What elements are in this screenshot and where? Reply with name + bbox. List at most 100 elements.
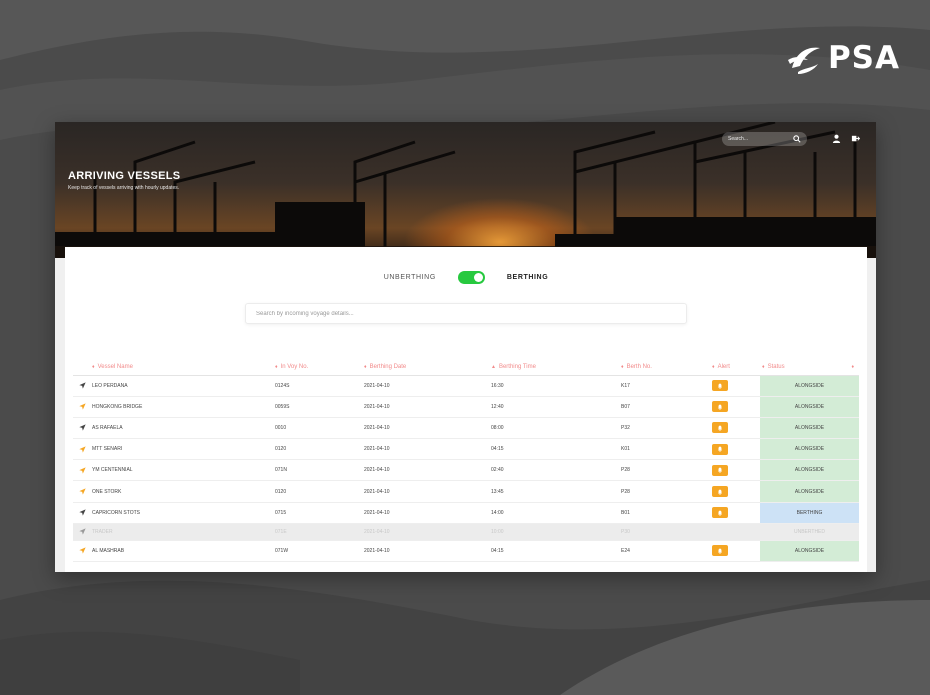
col-berth-no[interactable]: ♦ Berth No. (619, 359, 710, 376)
berth-no-cell: K01 (619, 438, 710, 461)
bell-icon (717, 548, 723, 554)
psa-logo: PSA (784, 38, 900, 78)
in-voy-no-cell: 071E (273, 523, 362, 541)
in-voy-no-cell: 0059S (273, 396, 362, 418)
alert-bell-button[interactable] (712, 507, 728, 519)
voyage-search[interactable] (245, 303, 687, 324)
user-icon[interactable] (832, 134, 841, 143)
berthing-date-cell: 2021-04-10 (362, 438, 489, 461)
page-subtitle: Keep track of vessels arriving with hour… (68, 185, 180, 191)
vessel-type-cell (73, 540, 90, 563)
toggle-knob (473, 273, 483, 282)
alert-cell (710, 502, 760, 524)
logout-icon[interactable] (851, 134, 860, 143)
alert-bell-button[interactable] (712, 545, 728, 557)
table-row[interactable]: TRADER 071E 2021-04-10 10:00 P30 UNBERTHED (73, 523, 859, 541)
status-badge: ALONGSIDE (760, 540, 859, 563)
navigation-arrow-icon (79, 547, 86, 555)
col-vessel-name[interactable]: ♦ Vessel Name (90, 359, 273, 376)
berthing-time-cell: 04:15 (489, 540, 619, 563)
vessel-name-cell: TRADER (90, 523, 273, 541)
col-status[interactable]: ♦ Status ♦ (760, 359, 859, 376)
berthing-date-cell: 2021-04-10 (362, 480, 489, 503)
hero-banner: ARRIVING VESSELS Keep track of vessels a… (55, 122, 876, 258)
alert-cell (710, 523, 760, 541)
berth-no-cell: E24 (619, 540, 710, 563)
alert-cell (710, 480, 760, 503)
vessel-name-cell: CAPRICORN STOTS (90, 502, 273, 524)
berthing-toggle-row: UNBERTHING BERTHING (65, 271, 867, 284)
vessel-name-cell: LEO PERDANA (90, 375, 273, 397)
berthing-toggle-switch[interactable] (457, 271, 485, 284)
table-row[interactable]: HONGKONG BRIDGE 0059S 2021-04-10 12:40 B07 AL… (73, 396, 859, 418)
status-badge: UNBERTHED (760, 523, 859, 541)
header-search-input[interactable] (728, 136, 788, 142)
search-icon[interactable] (793, 135, 801, 143)
voyage-search-input[interactable] (256, 310, 676, 317)
table-row[interactable]: CAPRICORN STOTS 0715 2021-04-10 14:00 B01 BER… (73, 502, 859, 524)
table-row[interactable]: AS RAFAELA 0010 2021-04-10 08:00 P32 ALONGSID… (73, 417, 859, 440)
bell-icon (717, 489, 723, 495)
table-row[interactable]: LEO PERDANA 0124S 2021-04-10 16:30 K17 ALONGS… (73, 375, 859, 397)
table-row[interactable]: ONE STORK 0120 2021-04-10 13:45 P28 ALONGSIDE (73, 480, 859, 503)
status-badge: ALONGSIDE (760, 417, 859, 440)
in-voy-no-cell: 0120 (273, 438, 362, 461)
col-berthing-time[interactable]: ▲ Berthing Time (489, 359, 619, 376)
berthing-time-cell: 04:15 (489, 438, 619, 461)
berth-no-cell: K17 (619, 375, 710, 397)
alert-bell-button[interactable] (712, 486, 728, 498)
berthing-date-cell: 2021-04-10 (362, 417, 489, 440)
in-voy-no-cell: 0120 (273, 480, 362, 503)
in-voy-no-cell: 071W (273, 540, 362, 563)
alert-bell-button[interactable] (712, 380, 728, 392)
berthing-date-cell: 2021-04-10 (362, 523, 489, 541)
navigation-arrow-icon (79, 488, 86, 495)
navigation-arrow-icon (79, 403, 86, 410)
col-alert[interactable]: ♦ Alert (710, 359, 760, 376)
table-row[interactable]: YM CENTENNIAL 071N 2021-04-10 02:40 P28 ALONG… (73, 459, 859, 482)
berthing-time-cell: 16:30 (489, 375, 619, 397)
alert-bell-button[interactable] (712, 422, 728, 434)
alert-bell-button[interactable] (712, 443, 728, 455)
vessel-name-cell: AL MASHRAB (90, 540, 273, 563)
berthing-time-cell: 08:00 (489, 417, 619, 440)
table-row[interactable]: AL MASHRAB 071W 2021-04-10 04:15 E24 ALONGSID… (73, 540, 859, 563)
header-search[interactable] (722, 132, 807, 146)
vessel-name-cell: HONGKONG BRIDGE (90, 396, 273, 418)
berthing-time-cell: 10:00 (489, 523, 619, 541)
alert-bell-button[interactable] (712, 464, 728, 476)
berthing-date-cell: 2021-04-10 (362, 502, 489, 524)
psa-emblem-icon (787, 47, 820, 74)
col-in-voy-no[interactable]: ♦ In Voy No. (273, 359, 362, 376)
berth-no-cell: P28 (619, 480, 710, 503)
alert-cell (710, 459, 760, 482)
berthing-time-cell: 14:00 (489, 502, 619, 524)
bell-icon (717, 404, 723, 410)
vessel-name-cell: AS RAFAELA (90, 417, 273, 440)
in-voy-no-cell: 0124S (273, 375, 362, 397)
in-voy-no-cell: 0715 (273, 502, 362, 524)
unberthing-label[interactable]: UNBERTHING (384, 274, 436, 281)
berthing-label[interactable]: BERTHING (507, 274, 548, 281)
berth-no-cell: P28 (619, 459, 710, 482)
berthing-date-cell: 2021-04-10 (362, 459, 489, 482)
navigation-arrow-icon (79, 467, 86, 474)
berthing-time-cell: 13:45 (489, 480, 619, 503)
alert-cell (710, 438, 760, 461)
vessel-name-cell: ONE STORK (90, 480, 273, 503)
col-berthing-date[interactable]: ♦ Berthing Date (362, 359, 489, 376)
berth-no-cell: B01 (619, 502, 710, 524)
status-badge: ALONGSIDE (760, 396, 859, 418)
status-badge: ALONGSIDE (760, 375, 859, 397)
table-row[interactable]: MTT SENARI 0120 2021-04-10 04:15 K01 ALONGSID… (73, 438, 859, 461)
navigation-arrow-icon (79, 446, 86, 453)
navigation-arrow-icon (79, 424, 86, 432)
berthing-time-cell: 12:40 (489, 396, 619, 418)
bell-icon (717, 446, 723, 452)
vessel-name-cell: YM CENTENNIAL (90, 459, 273, 482)
alert-cell (710, 375, 760, 397)
alert-bell-button[interactable] (712, 401, 728, 413)
status-badge: BERTHING (760, 502, 859, 524)
in-voy-no-cell: 0010 (273, 417, 362, 440)
bell-icon (717, 467, 723, 474)
